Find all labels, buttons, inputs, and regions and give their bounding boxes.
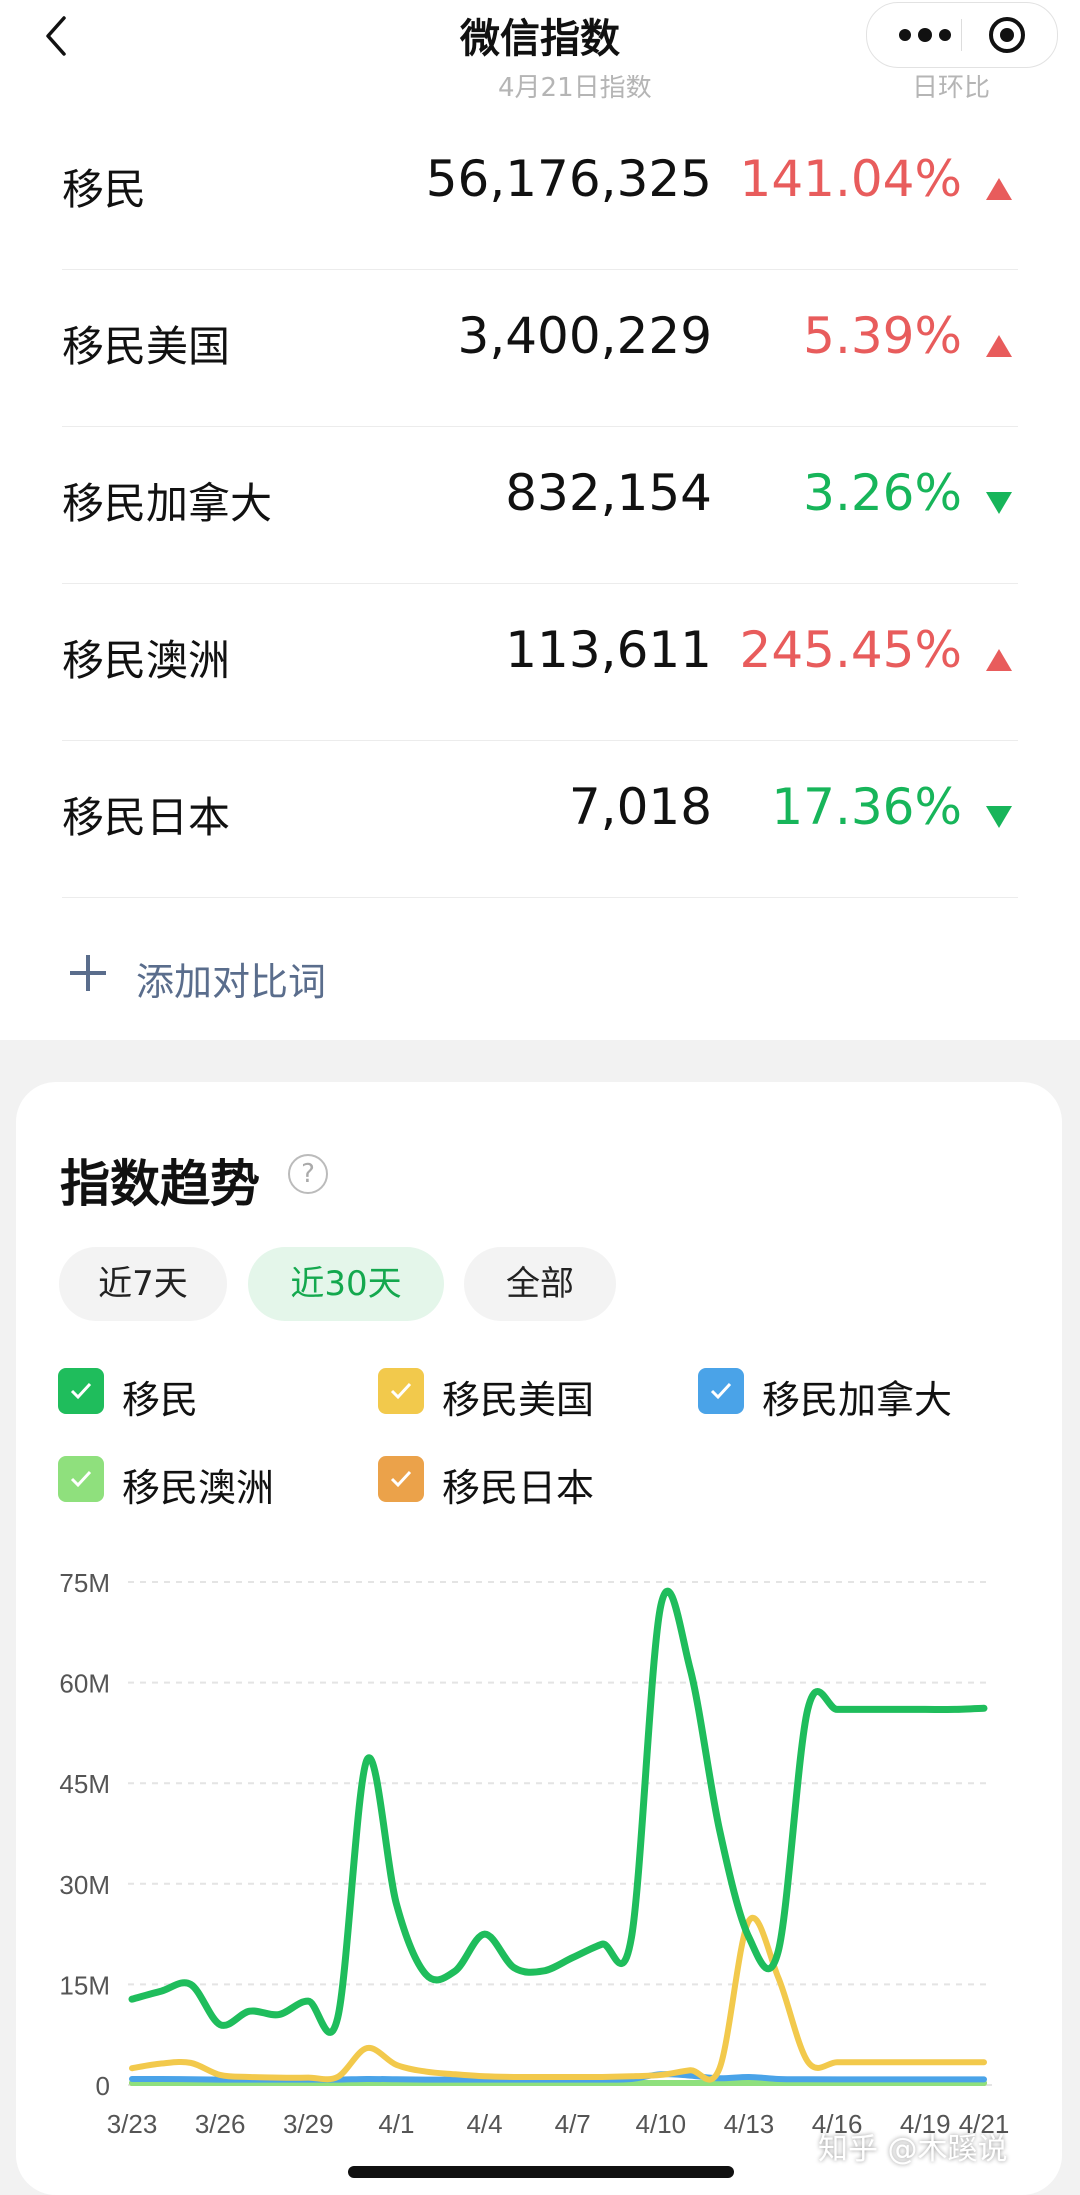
y-tick-label: 60M — [59, 1669, 110, 1699]
keyword-name: 移民加拿大 — [62, 479, 273, 528]
keyword-name: 移民 — [62, 165, 147, 214]
more-icon[interactable] — [897, 25, 953, 45]
up-arrow-icon — [986, 649, 1012, 671]
y-tick-label: 0 — [96, 2071, 110, 2101]
index-value: 113,611 — [505, 621, 712, 679]
series-line-1 — [128, 1587, 988, 2036]
zhihu-watermark: 知乎 @木蹊说 — [818, 2132, 1008, 2167]
index-value: 7,018 — [568, 778, 712, 836]
plus-icon — [70, 955, 106, 991]
add-compare-label: 添加对比词 — [136, 960, 327, 1004]
change-percent: 5.39% — [803, 307, 962, 365]
table-row[interactable]: 移民加拿大 832,154 3.26% — [62, 426, 1018, 584]
x-tick-label: 4/1 — [378, 2109, 414, 2139]
trend-card: 指数趋势 ? 近7天 近30天 全部 移民 移民美国 移民加拿大 移民澳洲 移民… — [16, 1082, 1062, 2195]
change-percent: 3.26% — [803, 464, 962, 522]
up-arrow-icon — [986, 178, 1012, 200]
y-tick-label: 30M — [59, 1870, 110, 1900]
index-table-card: 4月21日指数 日环比 移民 56,176,325 141.04% 移民美国 3… — [0, 73, 1080, 1040]
up-arrow-icon — [986, 335, 1012, 357]
home-indicator — [348, 2166, 734, 2178]
top-bar: 微信指数 — [0, 0, 1080, 75]
y-tick-label: 75M — [59, 1568, 110, 1598]
series-line-2 — [129, 1914, 987, 2083]
down-arrow-icon — [986, 806, 1012, 828]
index-value: 56,176,325 — [425, 150, 712, 208]
keyword-name: 移民美国 — [62, 322, 231, 371]
table-row[interactable]: 移民美国 3,400,229 5.39% — [62, 269, 1018, 427]
keyword-name: 移民澳洲 — [62, 636, 231, 685]
y-tick-label: 15M — [59, 1970, 110, 2000]
x-tick-label: 4/7 — [555, 2109, 591, 2139]
x-tick-label: 4/10 — [636, 2109, 687, 2139]
x-tick-label: 3/26 — [195, 2109, 246, 2139]
x-tick-label: 4/4 — [466, 2109, 502, 2139]
table-row[interactable]: 移民日本 7,018 17.36% — [62, 740, 1018, 898]
table-row[interactable]: 移民澳洲 113,611 245.45% — [62, 583, 1018, 741]
down-arrow-icon — [986, 492, 1012, 514]
change-percent: 245.45% — [739, 621, 962, 679]
change-percent: 17.36% — [771, 778, 962, 836]
trend-line-chart[interactable]: 0 15M 30M 45M 60M 75M 3/23 3/26 3/29 4/1 4/4 4/7 4/1… — [16, 1082, 1062, 2195]
keyword-name: 移民日本 — [62, 793, 231, 842]
table-row[interactable]: 移民 56,176,325 141.04% — [62, 112, 1018, 270]
change-percent: 141.04% — [739, 150, 962, 208]
capsule-divider — [961, 19, 962, 51]
index-value: 3,400,229 — [457, 307, 712, 365]
mini-program-capsule — [866, 2, 1058, 68]
index-value: 832,154 — [505, 464, 712, 522]
x-tick-label: 3/23 — [107, 2109, 158, 2139]
x-tick-label: 3/29 — [283, 2109, 334, 2139]
close-target-icon[interactable] — [987, 15, 1027, 55]
x-tick-label: 4/13 — [724, 2109, 775, 2139]
y-tick-label: 45M — [59, 1769, 110, 1799]
